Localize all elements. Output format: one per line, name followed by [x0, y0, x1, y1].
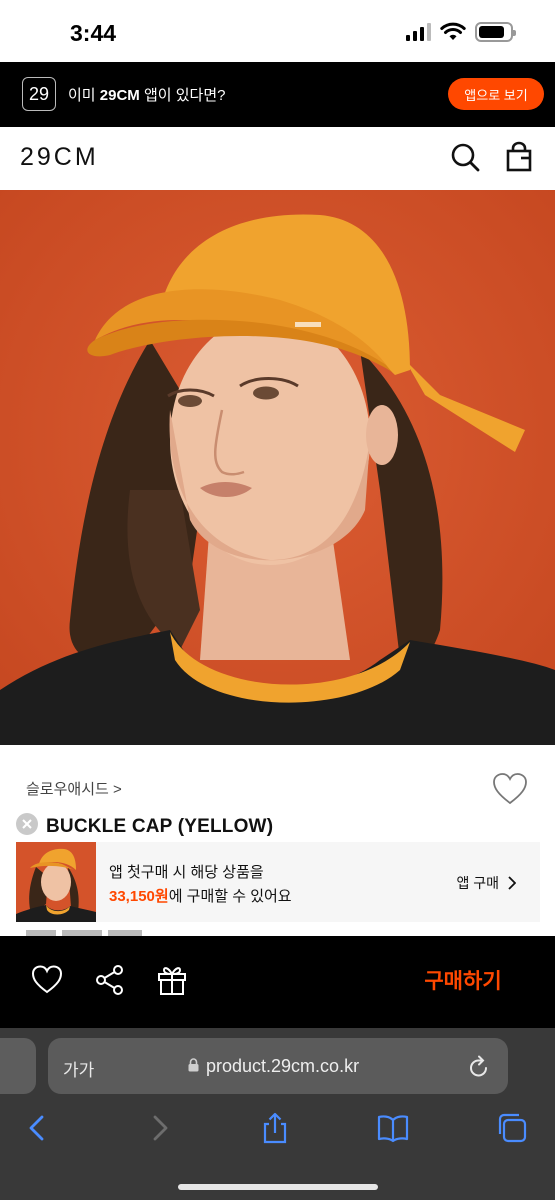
status-icons	[406, 22, 516, 42]
gift-icon[interactable]	[156, 964, 188, 996]
text-size-button[interactable]: 가가	[63, 1056, 94, 1081]
address-bar[interactable]: 가가 product.29cm.co.kr	[48, 1038, 508, 1094]
url-text[interactable]: product.29cm.co.kr	[206, 1056, 359, 1077]
previous-tab-preview[interactable]	[0, 1038, 36, 1094]
promo-line-2: 33,150원에 구매할 수 있어요	[109, 888, 292, 905]
status-bar: 3:44	[0, 0, 555, 62]
back-icon[interactable]	[22, 1112, 54, 1144]
cellular-signal-icon	[406, 23, 431, 41]
forward-icon[interactable]	[143, 1112, 175, 1144]
app-logo-icon: 29	[22, 77, 56, 111]
search-icon[interactable]	[449, 141, 481, 173]
product-photo	[0, 190, 555, 745]
brand-link[interactable]: 슬로우애시드 >	[26, 778, 122, 799]
app-purchase-label: 앱 구매	[456, 875, 499, 891]
promo-thumbnail	[16, 842, 96, 922]
chevron-right-icon	[508, 876, 516, 890]
app-promo-banner[interactable]: 앱 첫구매 시 해당 상품을 33,150원에 구매할 수 있어요 앱 구매	[16, 842, 540, 922]
banner-message: 이미 29CM 앱이 있다면?	[68, 87, 226, 104]
browser-chrome: 가가 product.29cm.co.kr	[0, 1028, 555, 1200]
lock-icon	[188, 1058, 199, 1072]
heart-icon[interactable]	[31, 964, 63, 996]
status-time: 3:44	[70, 20, 117, 46]
battery-icon	[475, 22, 516, 42]
heart-icon[interactable]	[492, 772, 528, 806]
buy-button[interactable]: 구매하기	[398, 965, 528, 995]
promo-line-1: 앱 첫구매 시 해당 상품을	[109, 864, 264, 881]
app-purchase-link[interactable]: 앱 구매	[456, 873, 516, 893]
home-indicator	[178, 1184, 378, 1190]
wifi-icon	[440, 22, 466, 40]
shopping-bag-icon[interactable]	[503, 141, 535, 173]
site-logo[interactable]: 29CM	[20, 143, 99, 172]
product-title: BUCKLE CAP (YELLOW)	[46, 816, 274, 837]
app-open-banner[interactable]: 29 이미 29CM 앱이 있다면? 앱으로 보기	[0, 62, 555, 127]
close-icon	[22, 819, 32, 829]
open-in-app-button[interactable]: 앱으로 보기	[448, 78, 544, 110]
site-header: 29CM	[0, 127, 555, 190]
promo-price: 33,150원	[109, 888, 169, 905]
bookmarks-icon[interactable]	[377, 1112, 409, 1144]
product-image[interactable]	[0, 190, 555, 745]
close-promo-button[interactable]	[16, 813, 38, 835]
tabs-icon[interactable]	[496, 1112, 528, 1144]
price-text-clipped	[26, 930, 142, 936]
share-icon[interactable]	[94, 964, 126, 996]
share-sheet-icon[interactable]	[259, 1112, 291, 1144]
reload-icon[interactable]	[468, 1054, 490, 1078]
bottom-action-bar: 구매하기	[0, 936, 555, 1028]
